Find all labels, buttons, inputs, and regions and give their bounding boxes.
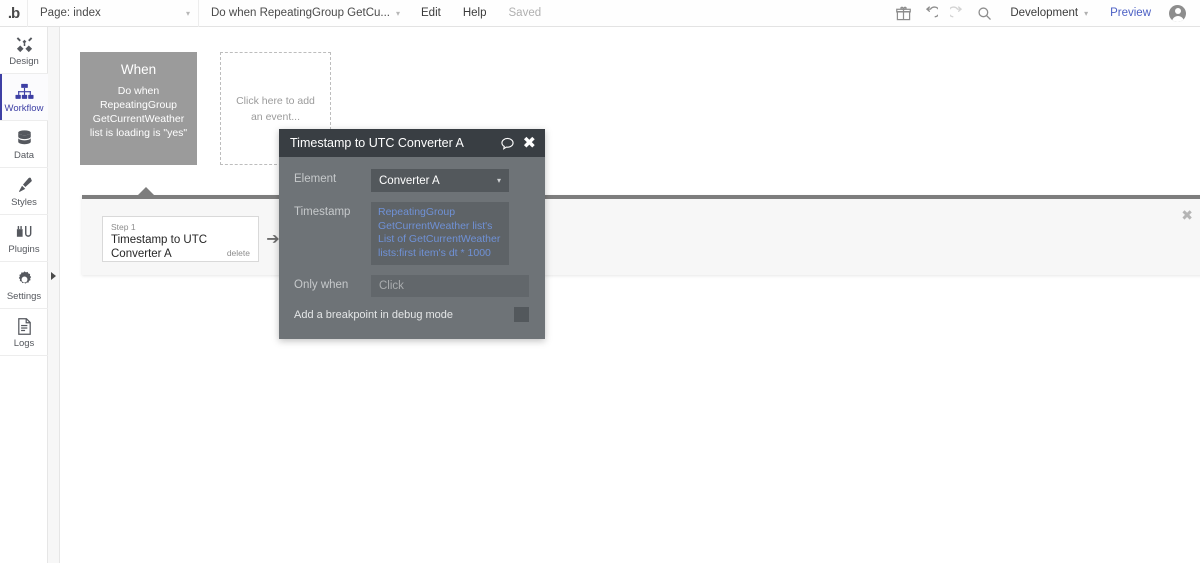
save-status: Saved <box>508 7 542 19</box>
left-sidebar: Design Workflow Data Styles Plugins Sett… <box>0 27 48 563</box>
dialog-body: Element Converter A ▾ Timestamp Repeatin… <box>279 157 545 297</box>
comment-icon[interactable] <box>500 137 514 150</box>
sidebar-item-label: Workflow <box>4 102 44 114</box>
breakpoint-label: Add a breakpoint in debug mode <box>294 308 454 321</box>
sidebar-item-label: Plugins <box>8 243 40 255</box>
dialog-header-icons: ✖ <box>500 133 536 153</box>
timestamp-field-row: Timestamp RepeatingGroup GetCurrentWeath… <box>294 202 529 265</box>
element-dropdown[interactable]: Converter A ▾ <box>371 169 509 192</box>
expand-sidebar-arrow[interactable] <box>49 269 58 282</box>
search-icon[interactable] <box>971 0 998 27</box>
element-dropdown-value: Converter A <box>379 174 440 187</box>
sidebar-collapsed-panel <box>48 27 60 563</box>
event-title: When <box>120 62 157 77</box>
sidebar-item-label: Logs <box>13 337 35 349</box>
styles-icon <box>15 175 34 195</box>
workflow-icon <box>14 81 34 101</box>
breakpoint-checkbox[interactable] <box>514 307 529 322</box>
only-when-input[interactable]: Click <box>371 275 529 297</box>
sidebar-item-label: Styles <box>11 196 37 208</box>
chevron-down-icon: ▾ <box>396 8 401 18</box>
redo-icon[interactable] <box>944 0 971 27</box>
sidebar-item-design[interactable]: Design <box>0 27 48 74</box>
only-when-field-label: Only when <box>294 279 349 291</box>
sidebar-item-plugins[interactable]: Plugins <box>0 215 48 262</box>
top-toolbar: .b Page: index ▾ Do when RepeatingGroup … <box>0 0 1200 27</box>
step-delete-link[interactable]: delete <box>227 248 250 258</box>
element-field-row: Element Converter A ▾ <box>294 169 529 192</box>
workflow-selector-label: Do when RepeatingGroup GetCu... <box>211 7 390 19</box>
page-selector[interactable]: Page: index ▾ <box>28 0 198 27</box>
sidebar-item-label: Data <box>13 149 35 161</box>
step-number: Step 1 <box>111 222 136 232</box>
edit-menu[interactable]: Edit <box>410 0 452 27</box>
sidebar-item-label: Settings <box>6 290 42 302</box>
sidebar-item-data[interactable]: Data <box>0 121 48 168</box>
panel-caret <box>137 187 155 196</box>
only-when-field-row: Only when Click <box>294 275 529 297</box>
event-box[interactable]: When Do when RepeatingGroup GetCurrentWe… <box>80 52 197 165</box>
breakpoint-row: Add a breakpoint in debug mode <box>279 307 545 322</box>
sidebar-item-logs[interactable]: Logs <box>0 309 48 356</box>
dialog-header: Timestamp to UTC Converter A ✖ <box>279 129 545 157</box>
gift-icon[interactable] <box>890 0 917 27</box>
chevron-down-icon: ▾ <box>496 176 501 185</box>
action-panel: ✖ Step 1 Timestamp to UTC Converter A de… <box>82 187 1200 275</box>
logs-icon <box>15 316 34 336</box>
close-icon[interactable]: ✖ <box>523 133 536 153</box>
toolbar-right-group: Development ▾ Preview <box>890 0 1200 27</box>
sidebar-item-label: Design <box>9 55 39 67</box>
user-avatar[interactable] <box>1169 4 1186 22</box>
close-icon[interactable]: ✖ <box>1181 208 1193 222</box>
timestamp-expression[interactable]: RepeatingGroup GetCurrentWeather list's … <box>371 202 509 265</box>
help-menu[interactable]: Help <box>452 0 498 27</box>
step-box[interactable]: Step 1 Timestamp to UTC Converter A dele… <box>102 216 259 262</box>
action-property-dialog: Timestamp to UTC Converter A ✖ Element C… <box>279 129 545 339</box>
settings-icon <box>15 269 34 289</box>
sidebar-item-workflow[interactable]: Workflow <box>0 74 48 121</box>
workflow-canvas: When Do when RepeatingGroup GetCurrentWe… <box>61 27 1200 563</box>
environment-label: Development <box>1010 7 1079 19</box>
sidebar-item-settings[interactable]: Settings <box>0 262 48 309</box>
design-icon <box>15 34 34 54</box>
page-selector-label: Page: index <box>40 7 101 19</box>
chevron-down-icon: ▾ <box>1084 8 1089 18</box>
data-icon <box>15 128 34 148</box>
sidebar-item-styles[interactable]: Styles <box>0 168 48 215</box>
event-description: Do when RepeatingGroup GetCurrentWeather… <box>89 85 188 139</box>
preview-button[interactable]: Preview <box>1098 0 1163 27</box>
bubble-logo[interactable]: .b <box>0 0 27 27</box>
workflow-selector[interactable]: Do when RepeatingGroup GetCu... ▾ <box>199 0 410 27</box>
chevron-right-icon <box>51 271 56 280</box>
undo-icon[interactable] <box>917 0 944 27</box>
plugins-icon <box>15 222 34 242</box>
environment-selector[interactable]: Development ▾ <box>998 0 1098 27</box>
chevron-down-icon: ▾ <box>185 8 190 18</box>
dialog-title: Timestamp to UTC Converter A <box>290 136 464 150</box>
element-field-label: Element <box>294 173 337 185</box>
timestamp-field-label: Timestamp <box>294 206 351 218</box>
